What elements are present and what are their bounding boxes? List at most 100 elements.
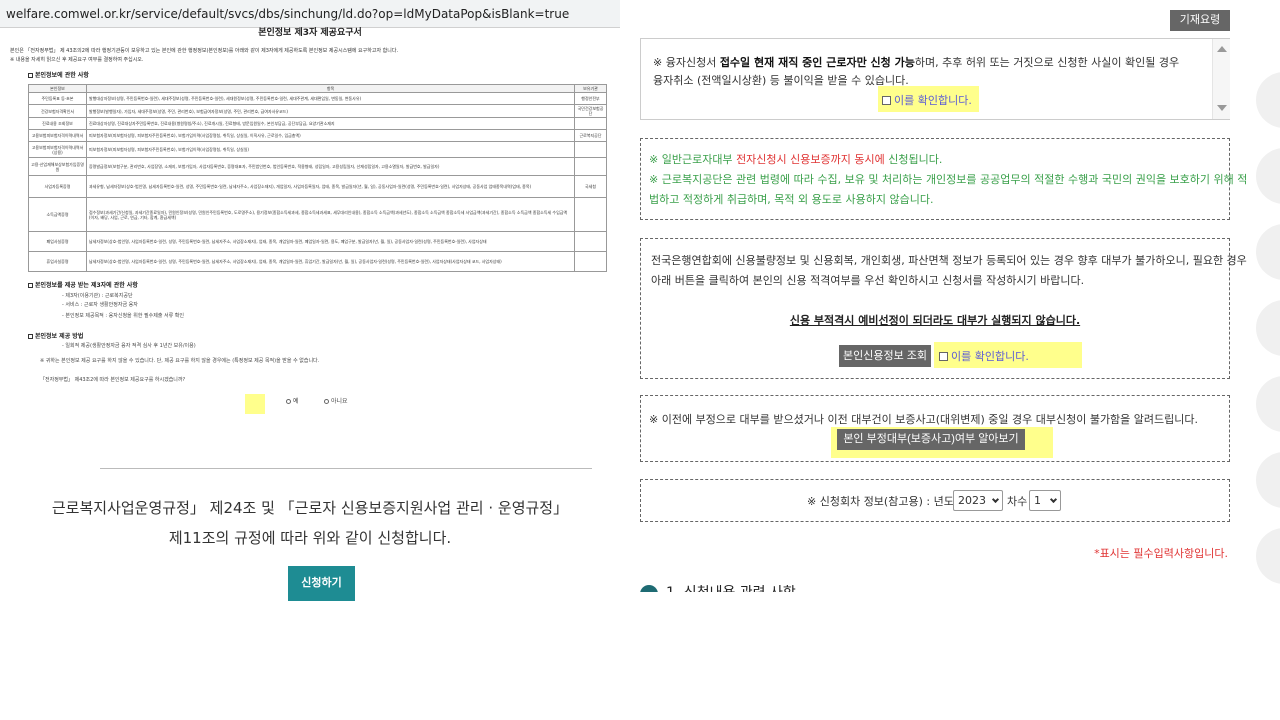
- year-select[interactable]: 2023: [953, 490, 1003, 511]
- address-url[interactable]: welfare.comwel.or.kr/service/default/svc…: [6, 7, 569, 21]
- section-thirdparty-heading: 본인정보를 제공 받는 제3자에 관한 사항: [28, 282, 138, 289]
- section-box: [28, 334, 33, 339]
- radio-no[interactable]: 아니요: [324, 396, 348, 405]
- address-bar[interactable]: welfare.comwel.or.kr/service/default/svc…: [0, 0, 620, 28]
- table-cell: [574, 197, 607, 232]
- table-cell: 발행대상자정보(성명, 주민등록번호-일련), 세대주정보(성명, 주민등록번호…: [86, 92, 575, 105]
- section-box: [28, 283, 33, 288]
- section-method-heading: 본인정보 제공 방법: [28, 333, 83, 340]
- checkbox-icon[interactable]: [882, 96, 891, 105]
- notice-privacy-line-2: ※ 근로복지공단은 관련 법령에 따라 수집, 보유 및 처리하는 개인정보를 …: [649, 173, 1248, 186]
- round-word: 차수: [1007, 495, 1028, 508]
- consent-note: ※ 귀하는 본인정보 제공 요구를 하지 않을 수 있습니다. 단, 제공 요구…: [40, 358, 320, 364]
- table-cell: 건강보험자격확인서: [28, 104, 87, 118]
- credit-line-2: 아래 버튼을 클릭하여 본인의 신용 적격여부를 우선 확인하시고 신청서를 작…: [651, 274, 1085, 287]
- consent-document: 본인정보 제3자 제공요구서 본인은 「전자정부법」 제 43조의2에 따라 행…: [0, 28, 620, 388]
- notice-privacy-line-1: ※ 일반근로자대부 전자신청시 신용보증까지 동시에 신청됩니다.: [649, 153, 943, 166]
- round-value: 1: [1034, 494, 1041, 507]
- fraud-check-button[interactable]: 본인 부정대부(보증사고)여부 알아보기: [837, 429, 1025, 450]
- confirm-label: 이를 확인합니다.: [894, 94, 972, 107]
- scroll-up-icon[interactable]: [1217, 46, 1227, 52]
- table-cell: 진료대상자성명, 진료대상자주민등록번호, 진료내용(병원명칭/주소), 진료개…: [86, 117, 575, 130]
- chevron-down-icon: [1049, 495, 1058, 504]
- radio-yes[interactable]: 예: [286, 396, 299, 405]
- table-cell: 발행정보(발행일자), 가입자, 세대주정보(성명, 주민, 관리번호), 보험…: [86, 104, 575, 118]
- table-cell: 주민등록표 등·초본: [28, 92, 87, 105]
- table-row: 소득금액증명 접수정보(과세기간/신청일, 과세기간종료일자), 민원인정보(성명…: [28, 197, 607, 232]
- confirm-checkbox-employment[interactable]: 이를 확인합니다.: [882, 92, 972, 108]
- fraud-check-section: ※ 이전에 부정으로 대부를 받으셨거나 이전 대부건이 보증사고(대위변제) …: [640, 395, 1230, 462]
- table-cell: 국세청: [574, 175, 607, 198]
- table-cell: [574, 141, 607, 158]
- notice-employment: ※ 융자신청서 접수일 현재 재직 중인 근로자만 신청 가능하며, 추후 허위…: [640, 38, 1230, 120]
- table-cell: 증명발급정보(보험구분, 관리번호, 사업장명, 소재지, 보험가입자, 사업자…: [86, 157, 575, 176]
- table-cell: 휴업사실증명: [28, 251, 87, 272]
- table-cell: 과세유형, 납세자정보(상호-법인명, 납세자등록번호-일련, 성명, 주민등록…: [86, 175, 575, 198]
- table-row: 진료내용 조회정보 진료대상자성명, 진료대상자주민등록번호, 진료내용(병원명칭…: [28, 117, 607, 130]
- table-row: 고용·산업재해보상보험가입증명원 증명발급정보(보험구분, 관리번호, 사업장명,…: [28, 157, 607, 176]
- credit-check-section: 전국은행연합회에 신용불량정보 및 신용회복, 개인회생, 파산면책 정보가 등…: [640, 238, 1247, 379]
- thirdparty-item: - 본인정보 제공목적 : 융자신청을 위한 필수제출 서류 확인: [62, 313, 185, 319]
- year-value: 2023: [958, 494, 986, 507]
- notice-employment-line-1: ※ 융자신청서 접수일 현재 재직 중인 근로자만 신청 가능하며, 추후 허위…: [653, 56, 1180, 69]
- table-row: 건강보험자격확인서 발행정보(발행일자), 가입자, 세대주정보(성명, 주민, …: [28, 104, 607, 118]
- table-cell: [574, 157, 607, 176]
- table-cell: 고용보험피보험자격이력내역서(상용): [28, 141, 87, 158]
- consent-popup: welfare.comwel.or.kr/service/default/svc…: [0, 0, 620, 720]
- radio-yes-label: 예: [293, 398, 299, 405]
- table-row: 고용보험피보험자격이력내역서(상용) 피보험자정보(피보험자성명, 피보험자주민등…: [28, 141, 607, 158]
- consent-question: 「전자정부법」 제43조2에 따라 본인정보 제공요구를 하시겠습니까?: [40, 377, 186, 383]
- table-row: 고용보험피보험자격이력내역서 피보험자정보(피보험자성명, 피보험자주민등록번호)…: [28, 129, 607, 142]
- confirm-checkbox-credit[interactable]: 이를 확인합니다.: [939, 348, 1029, 364]
- notice-scrollbar[interactable]: [1212, 39, 1230, 119]
- radio-no-label: 아니요: [331, 398, 348, 405]
- table-row: 사업자등록증명 과세유형, 납세자정보(상호-법인명, 납세자등록번호-일련, 성…: [28, 175, 607, 198]
- thirdparty-item: - 서비스 : 근로자 생활안정자금 융자: [62, 302, 138, 308]
- required-note: *표시는 필수입력사항입니다.: [1094, 547, 1228, 560]
- intro-line-2: ※ 내용을 자세히 읽으신 후 제공요구 여부를 결정하여 주십시오.: [10, 57, 144, 63]
- credit-warning: 신용 부적격시 예비선정이 되더라도 대부가 실행되지 않습니다.: [789, 314, 1081, 327]
- table-cell: [574, 231, 607, 252]
- yes-highlight: [245, 394, 265, 414]
- scroll-down-icon[interactable]: [1217, 105, 1227, 111]
- table-cell: 행정안전부: [574, 92, 607, 105]
- table-row: 폐업사실증명 납세자정보(상호-법인명, 사업자등록번호-일련, 성명, 주민등록…: [28, 231, 607, 252]
- notice-employment-line-2: 융자취소 (전액일시상환) 등 불이익을 받을 수 있습니다.: [653, 74, 909, 87]
- table-cell: 소득금액증명: [28, 197, 87, 232]
- confirm-label: 이를 확인합니다.: [951, 350, 1029, 363]
- application-round-section: ※ 신청회차 정보(참고용) : 년도 2023 차수 1: [640, 479, 1230, 522]
- table-cell: 폐업사실증명: [28, 231, 87, 252]
- table-cell: 피보험자정보(피보험자성명, 피보험자주민등록번호), 보험가입이력(사업장명칭…: [86, 129, 575, 142]
- table-header: 항목: [86, 84, 575, 93]
- radio-circle[interactable]: [324, 399, 329, 404]
- table-cell: 진료내용 조회정보: [28, 117, 87, 130]
- table-cell: 피보험자정보(피보험자성명, 피보험자주민등록번호), 보험가입이력(사업장명칭…: [86, 141, 575, 158]
- radio-circle[interactable]: [286, 399, 291, 404]
- table-cell: 근로복지공단: [574, 129, 607, 142]
- round-select[interactable]: 1: [1029, 490, 1061, 511]
- table-cell: 접수정보(과세기간/신청일, 과세기간종료일자), 민원인정보(성명, 민원인주…: [86, 197, 575, 232]
- table-cell: 국민건강보험공단: [574, 104, 607, 118]
- guide-button[interactable]: 기재요령: [1170, 10, 1230, 31]
- table-cell: 납세자정보(상호-법인명, 사업자등록번호-일련, 성명, 주민등록번호-일련,…: [86, 231, 575, 252]
- table-row: 휴업사실증명 납세자정보(상호-법인명, 사업자등록번호-일련, 성명, 주민등록…: [28, 251, 607, 272]
- document-title: 본인정보 제3자 제공요구서: [258, 28, 362, 38]
- rule-text-line-1: 근로복지사업운영규정」 제24조 및 「근로자 신용보증지원사업 관리 · 운영…: [51, 499, 569, 517]
- section-bullet-icon: [640, 585, 658, 592]
- table-header: 보유기관: [574, 84, 607, 93]
- section-info-heading: 본인정보에 관한 사항: [28, 72, 89, 79]
- notice-privacy: ※ 일반근로자대부 전자신청시 신용보증까지 동시에 신청됩니다. ※ 근로복지…: [640, 138, 1247, 220]
- table-header: 본인정보: [28, 84, 87, 93]
- table-cell: [574, 117, 607, 130]
- section-box: [28, 73, 33, 78]
- intro-line-1: 본인은 「전자정부법」 제 43조의2에 따라 행정기관등이 보유하고 있는 본…: [10, 48, 399, 54]
- method-item: - 일회적 제공(생활안정자금 융자 적격 심사 후 1년간 보유/이용): [62, 343, 196, 349]
- checkbox-icon[interactable]: [939, 352, 948, 361]
- table-row: 주민등록표 등·초본 발행대상자정보(성명, 주민등록번호-일련), 세대주정보(…: [28, 92, 607, 105]
- credit-check-button[interactable]: 본인신용정보 조회: [839, 345, 931, 367]
- application-form: 기재요령 ※ 융자신청서 접수일 현재 재직 중인 근로자만 신청 가능하며, …: [620, 0, 1280, 720]
- table-cell: 납세자정보(상호-법인명, 사업자등록번호-일련, 성명, 주민등록번호-일련,…: [86, 251, 575, 272]
- section-heading: 1. 신청내용 관련 사항: [640, 580, 840, 592]
- table-cell: 사업자등록증명: [28, 175, 87, 198]
- apply-button[interactable]: 신청하기: [288, 566, 355, 601]
